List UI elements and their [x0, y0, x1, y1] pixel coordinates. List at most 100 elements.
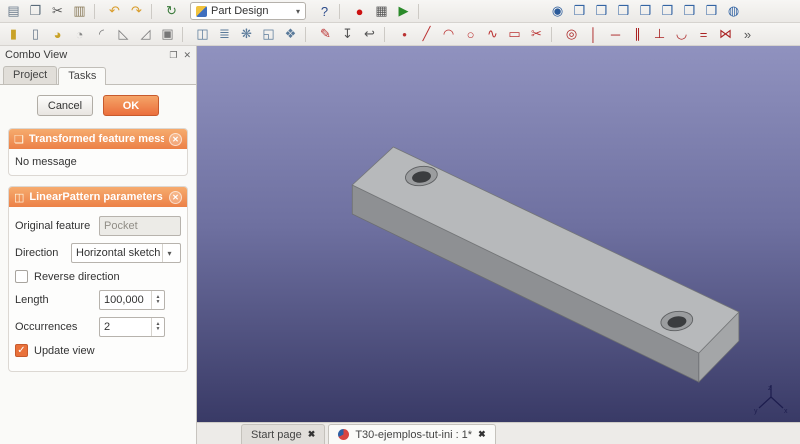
undo-icon[interactable]: ↶ — [104, 2, 125, 21]
view-top-icon[interactable]: ❒ — [613, 2, 634, 21]
occurrences-label: Occurrences — [15, 321, 78, 333]
close-section-icon[interactable]: ✕ — [169, 132, 182, 146]
document-tab-bar: Start page ✖ T30-ejemplos-tut-ini : 1* ✖ — [197, 422, 800, 444]
linearpattern-form: Original feature Pocket Direction Horizo… — [9, 207, 187, 371]
update-view-row: ✓ Update view — [15, 344, 181, 357]
toolbar-separator — [384, 26, 390, 42]
reverse-direction-row: Reverse direction — [15, 270, 181, 283]
draw-style-icon[interactable]: ◍ — [723, 2, 744, 21]
main-area: Combo View ❐ ✕ Project Tasks Cancel OK ❏ — [0, 46, 800, 444]
point-icon[interactable]: • — [394, 25, 415, 44]
update-view-label: Update view — [34, 344, 95, 357]
3d-viewport[interactable]: z y x — [197, 46, 800, 422]
thickness-icon[interactable]: ▣ — [157, 25, 178, 44]
tasks-panel: Cancel OK ❏ Transformed feature messages… — [0, 84, 196, 444]
update-view-checkbox[interactable]: ✓ — [15, 344, 28, 357]
groove-icon[interactable]: ◔ — [69, 25, 90, 44]
edit-cut-icon[interactable]: ✂ — [47, 2, 68, 21]
constraint-coincident-icon[interactable]: ◎ — [561, 25, 582, 44]
map-sketch-icon[interactable]: ↧ — [337, 25, 358, 44]
close-tab-icon[interactable]: ✖ — [478, 429, 486, 440]
reverse-direction-checkbox[interactable] — [15, 270, 28, 283]
view-right-icon[interactable]: ❒ — [635, 2, 656, 21]
view-left-icon[interactable]: ❒ — [701, 2, 722, 21]
messages-section-title: Transformed feature messages — [28, 133, 164, 145]
constraint-tangent-icon[interactable]: ◡ — [671, 25, 692, 44]
whats-this-icon[interactable]: ? — [314, 2, 335, 21]
document-new-icon[interactable]: ▤ — [3, 2, 24, 21]
tab-document[interactable]: T30-ejemplos-tut-ini : 1* ✖ — [328, 424, 496, 444]
occurrences-spinbox[interactable]: 2 ▲ ▼ — [99, 317, 165, 337]
part-3d-model[interactable] — [197, 46, 800, 422]
constraint-parallel-icon[interactable]: ∥ — [627, 25, 648, 44]
view-bottom-icon[interactable]: ❒ — [679, 2, 700, 21]
redo-icon[interactable]: ↷ — [126, 2, 147, 21]
constraint-horizontal-icon[interactable]: ─ — [605, 25, 626, 44]
toolbar-overflow-icon[interactable]: » — [737, 25, 758, 44]
constraint-perpendicular-icon[interactable]: ⊥ — [649, 25, 670, 44]
close-section-icon[interactable]: ✕ — [169, 190, 182, 204]
spin-down-icon[interactable]: ▼ — [156, 300, 161, 305]
ok-button[interactable]: OK — [103, 95, 159, 116]
length-label: Length — [15, 294, 49, 306]
polar-pattern-icon[interactable]: ❋ — [236, 25, 257, 44]
view-fit-all-icon[interactable]: ◉ — [547, 2, 568, 21]
new-sketch-icon[interactable]: ✎ — [315, 25, 336, 44]
workbench-selector[interactable]: Part Design ▾ — [190, 2, 306, 20]
spin-down-icon[interactable]: ▼ — [156, 327, 161, 332]
revolution-icon[interactable]: ◕ — [47, 25, 68, 44]
macro-play-icon[interactable]: ▶ — [393, 2, 414, 21]
leave-sketch-icon[interactable]: ↩ — [359, 25, 380, 44]
edit-copy-icon[interactable]: ❐ — [25, 2, 46, 21]
freecad-window: ▤ ❐ ✂ ▥ ↶ ↷ ↻ Part Design ▾ ? ● ▦ ▶ ◉ ❒ ❒ ❒ ❒ ❒ ❒ ❒ ◍ ▮ ▯ ◕ ◔… — [0, 0, 800, 444]
constraint-symmetric-icon[interactable]: ⋈ — [715, 25, 736, 44]
macro-record-icon[interactable]: ● — [349, 2, 370, 21]
close-panel-icon[interactable]: ✕ — [183, 50, 191, 61]
tab-label: T30-ejemplos-tut-ini : 1* — [355, 428, 473, 441]
chamfer-icon[interactable]: ◺ — [113, 25, 134, 44]
toolbar-separator — [182, 26, 188, 42]
polyline-icon[interactable]: ∿ — [482, 25, 503, 44]
float-panel-icon[interactable]: ❐ — [169, 50, 177, 61]
freecad-doc-icon — [338, 429, 350, 440]
tab-project[interactable]: Project — [3, 66, 58, 84]
line-icon[interactable]: ╱ — [416, 25, 437, 44]
occurrences-row: Occurrences 2 ▲ ▼ — [15, 317, 181, 337]
circle-icon[interactable]: ○ — [460, 25, 481, 44]
pocket-icon[interactable]: ▯ — [25, 25, 46, 44]
constraint-equal-icon[interactable]: = — [693, 25, 714, 44]
partdesign-toolbar: ▮ ▯ ◕ ◔ ◜ ◺ ◿ ▣ ◫ ≣ ❋ ◱ ❖ ✎ ↧ ↩ • ╱ ◠ ○ ∿ ▭ ✂ ◎ │ ─ ∥ ⊥ ◡ = ⋈» — [3, 25, 758, 44]
refresh-icon[interactable]: ↻ — [161, 2, 182, 21]
fillet-icon[interactable]: ◜ — [91, 25, 112, 44]
tab-start-page[interactable]: Start page ✖ — [241, 424, 326, 444]
edit-paste-icon[interactable]: ▥ — [69, 2, 90, 21]
length-spinbox[interactable]: 100,000 ▲ ▼ — [99, 290, 165, 310]
messages-body: No message — [9, 149, 187, 175]
spinner-arrows: ▲ ▼ — [151, 318, 164, 336]
tab-tasks[interactable]: Tasks — [58, 67, 107, 85]
pad-icon[interactable]: ▮ — [3, 25, 24, 44]
original-feature-field: Pocket — [99, 216, 181, 236]
draft-icon[interactable]: ◿ — [135, 25, 156, 44]
multitransform-icon[interactable]: ❖ — [280, 25, 301, 44]
view-rear-icon[interactable]: ❒ — [657, 2, 678, 21]
combo-view-title: Combo View — [5, 49, 68, 61]
mirrored-icon[interactable]: ◫ — [192, 25, 213, 44]
linear-pattern-icon[interactable]: ≣ — [214, 25, 235, 44]
direction-dropdown[interactable]: Horizontal sketch axis ▾ — [71, 243, 181, 263]
close-tab-icon[interactable]: ✖ — [308, 429, 316, 440]
messages-icon: ❏ — [14, 133, 24, 146]
arc-icon[interactable]: ◠ — [438, 25, 459, 44]
toolbar-spacer — [428, 11, 546, 12]
linearpattern-section-title: LinearPattern parameters — [29, 191, 163, 203]
rectangle-icon[interactable]: ▭ — [504, 25, 525, 44]
trim-icon[interactable]: ✂ — [526, 25, 547, 44]
cancel-button[interactable]: Cancel — [37, 95, 93, 116]
toolbar-separator — [339, 3, 345, 19]
view-isometric-icon[interactable]: ❒ — [569, 2, 590, 21]
constraint-vertical-icon[interactable]: │ — [583, 25, 604, 44]
macro-edit-icon[interactable]: ▦ — [371, 2, 392, 21]
combo-view-panel: Combo View ❐ ✕ Project Tasks Cancel OK ❏ — [0, 46, 197, 444]
view-front-icon[interactable]: ❒ — [591, 2, 612, 21]
scaled-icon[interactable]: ◱ — [258, 25, 279, 44]
